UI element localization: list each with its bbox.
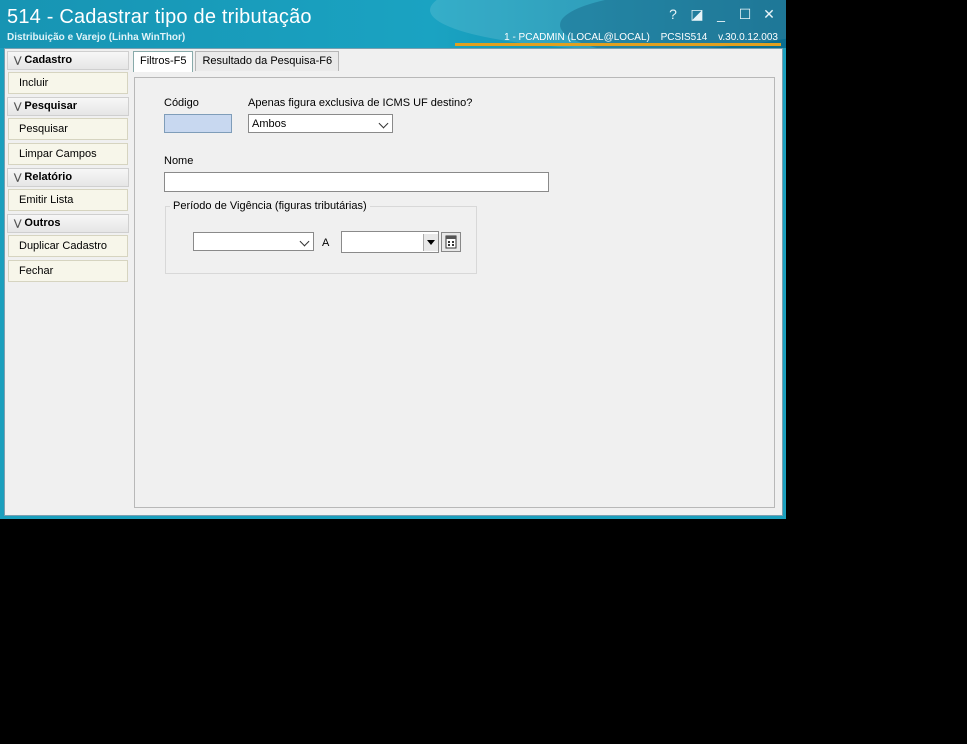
dropdown-arrow-icon[interactable]: [423, 234, 438, 251]
sidebar-group-outros[interactable]: ⋁ Outros: [7, 214, 129, 233]
client-area: ⋁ Cadastro Incluir ⋁ Pesquisar Pesquisar L…: [4, 48, 783, 516]
periodo-separator: A: [322, 237, 330, 249]
periodo-from-date[interactable]: [193, 232, 314, 251]
filters-panel: Código Apenas figura exclusiva de ICMS U…: [134, 77, 775, 508]
codigo-label: Código: [164, 97, 199, 109]
chevron-collapse-icon: ⋁: [14, 218, 22, 228]
icms-label: Apenas figura exclusiva de ICMS UF desti…: [248, 97, 473, 109]
session-version: v.30.0.12.003: [718, 32, 778, 43]
fechar-button[interactable]: Fechar: [8, 260, 128, 282]
sidebar-group-relatorio[interactable]: ⋁ Relatório: [7, 168, 129, 187]
tab-resultado-pesquisa[interactable]: Resultado da Pesquisa-F6: [195, 51, 340, 71]
title-bar: 514 - Cadastrar tipo de tributação Distr…: [0, 0, 786, 48]
periodo-vigencia-label: Período de Vigência (figuras tributárias…: [170, 200, 370, 212]
window-controls: ? ◪ _ ☐ ✕: [664, 5, 778, 23]
session-info: 1 - PCADMIN (LOCAL@LOCAL) PCSIS514 v.30.…: [496, 32, 778, 43]
sidebar: ⋁ Cadastro Incluir ⋁ Pesquisar Pesquisar L…: [7, 51, 129, 285]
tab-filtros[interactable]: Filtros-F5: [133, 51, 194, 72]
incluir-button[interactable]: Incluir: [8, 72, 128, 94]
chevron-collapse-icon: ⋁: [14, 172, 22, 182]
sidebar-group-cadastro[interactable]: ⋁ Cadastro: [7, 51, 129, 70]
tab-strip: Filtros-F5 Resultado da Pesquisa-F6: [133, 51, 341, 72]
icms-select[interactable]: Ambos: [248, 114, 393, 133]
duplicar-cadastro-button[interactable]: Duplicar Cadastro: [8, 235, 128, 257]
maximize-icon[interactable]: ☐: [736, 5, 754, 23]
session-user: 1 - PCADMIN (LOCAL@LOCAL): [504, 32, 650, 43]
minimize-icon[interactable]: _: [712, 5, 730, 23]
periodo-to-date[interactable]: [341, 231, 439, 253]
codigo-input[interactable]: [164, 114, 232, 133]
chevron-down-icon: [299, 236, 310, 247]
nome-label: Nome: [164, 155, 194, 167]
close-icon[interactable]: ✕: [760, 5, 778, 23]
restore-small-icon[interactable]: ◪: [688, 5, 706, 23]
emitir-lista-button[interactable]: Emitir Lista: [8, 189, 128, 211]
periodo-vigencia-group: Período de Vigência (figuras tributárias…: [165, 200, 477, 274]
calendar-icon[interactable]: [441, 232, 461, 252]
limpar-campos-button[interactable]: Limpar Campos: [8, 143, 128, 165]
window-subtitle: Distribuição e Varejo (Linha WinThor): [7, 32, 186, 43]
chevron-down-icon: [378, 118, 389, 129]
session-module: PCSIS514: [660, 32, 708, 43]
application-window: 514 - Cadastrar tipo de tributação Distr…: [0, 0, 786, 519]
window-title: 514 - Cadastrar tipo de tributação: [7, 6, 312, 28]
pesquisar-button[interactable]: Pesquisar: [8, 118, 128, 140]
chevron-collapse-icon: ⋁: [14, 55, 22, 65]
sidebar-group-pesquisar[interactable]: ⋁ Pesquisar: [7, 97, 129, 116]
title-accent-line: [455, 43, 781, 46]
help-icon[interactable]: ?: [664, 5, 682, 23]
nome-input[interactable]: [164, 172, 549, 192]
icms-select-value: Ambos: [252, 118, 287, 130]
chevron-collapse-icon: ⋁: [14, 101, 22, 111]
